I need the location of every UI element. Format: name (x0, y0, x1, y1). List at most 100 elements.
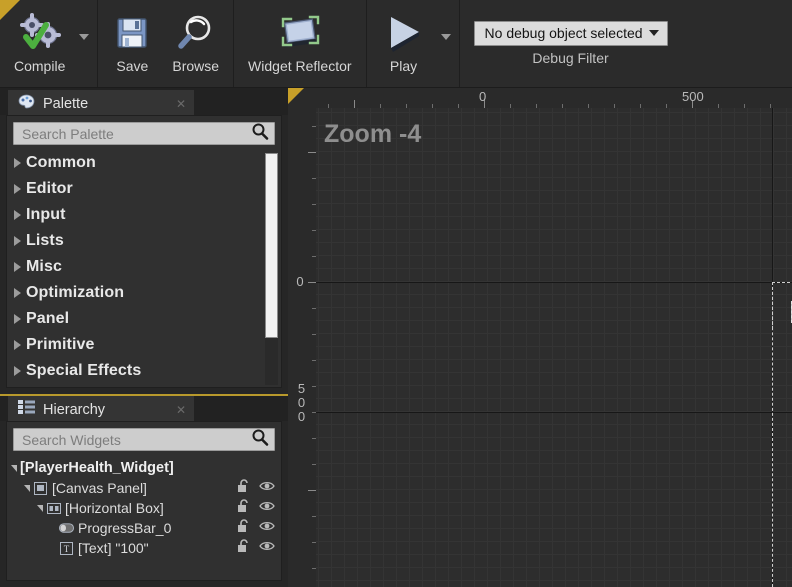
palette-category-lists[interactable]: Lists (7, 228, 281, 254)
search-icon (251, 428, 269, 451)
tree-row-canvas-panel[interactable]: [Canvas Panel] (7, 478, 281, 498)
toolbar-group-play: Play (367, 0, 460, 87)
svg-text:T: T (64, 544, 70, 554)
window-corner-accent (0, 0, 20, 20)
tree-row-toggles (237, 538, 275, 558)
hierarchy-list-icon (18, 400, 35, 419)
tree-row-text-100[interactable]: T [Text] "100" (7, 538, 281, 558)
palette-category-label: Optimization (26, 284, 125, 301)
play-dropdown-button[interactable] (437, 4, 455, 84)
compile-dropdown-button[interactable] (75, 4, 93, 84)
ruler-h-label-500: 500 (682, 89, 704, 104)
chevron-down-icon[interactable] (24, 484, 30, 492)
palette-tabstrip: Palette ✕ (0, 88, 288, 117)
chevron-down-icon[interactable] (11, 464, 17, 472)
chevron-right-icon (14, 236, 21, 246)
palette-search-input[interactable]: Search Palette (13, 122, 275, 145)
horizontal-box-icon (46, 502, 61, 514)
progress-bar-icon (59, 523, 74, 533)
hierarchy-search-input[interactable]: Search Widgets (13, 428, 275, 451)
palette-category-editor[interactable]: Editor (7, 176, 281, 202)
toolbar-group-asset: Save Browse (98, 0, 235, 87)
palette-category-common[interactable]: Common (7, 150, 281, 176)
palette-tab-label: Palette (43, 95, 89, 112)
hierarchy-tab-label: Hierarchy (43, 401, 106, 418)
palette-scrollbar-thumb[interactable] (265, 153, 278, 338)
horizontal-ruler[interactable]: 0 500 (288, 88, 792, 108)
tree-row-toggles (237, 498, 275, 518)
palette-category-label: Special Effects (26, 362, 142, 379)
tab-hierarchy[interactable]: Hierarchy ✕ (8, 396, 194, 423)
unlocked-padlock-icon[interactable] (237, 498, 251, 518)
hierarchy-panel: Search Widgets [PlayerHealth_Widget] [Ca… (6, 421, 282, 581)
debug-filter-dropdown[interactable]: No debug object selected (473, 21, 668, 46)
chevron-down-icon (440, 33, 451, 40)
eye-icon[interactable] (259, 519, 275, 537)
palette-category-optimization[interactable]: Optimization (7, 280, 281, 306)
vertical-ruler[interactable]: 0 500 (288, 88, 316, 587)
chevron-right-icon (14, 366, 21, 376)
tree-row-toggles (237, 478, 275, 498)
designer-axis-horizontal (316, 282, 792, 283)
tree-item-label: ProgressBar_0 (78, 520, 172, 536)
palette-category-special-effects[interactable]: Special Effects (7, 358, 281, 384)
widget-reflector-label: Widget Reflector (248, 57, 352, 74)
main-toolbar: Compile Save Browse Widget Reflector Pla… (0, 0, 792, 88)
palette-category-label: Lists (26, 232, 64, 249)
browse-button[interactable]: Browse (162, 4, 229, 84)
tree-row-progressbar-0[interactable]: ProgressBar_0 (7, 518, 281, 538)
widget-hierarchy-tree: [PlayerHealth_Widget] [Canvas Panel] [Ho… (7, 456, 281, 558)
ruler-v-label-500: 500 (294, 381, 309, 423)
palette-category-label: Misc (26, 258, 62, 275)
search-icon (251, 122, 269, 145)
hierarchy-search-row: Search Widgets (7, 422, 281, 456)
magnifier-browse-icon (176, 12, 216, 56)
umg-widget-editor: Compile Save Browse Widget Reflector Pla… (0, 0, 792, 587)
chevron-right-icon (14, 262, 21, 272)
chevron-right-icon (14, 184, 21, 194)
tab-palette[interactable]: Palette ✕ (8, 90, 194, 117)
palette-category-label: Common (26, 154, 96, 171)
tree-row-player-health-widget[interactable]: [PlayerHealth_Widget] (7, 458, 281, 478)
tree-row-horizontal-box[interactable]: [Horizontal Box] (7, 498, 281, 518)
debug-filter-value: No debug object selected (484, 25, 643, 41)
widget-reflector-button[interactable]: Widget Reflector (238, 4, 361, 84)
chevron-down-icon[interactable] (37, 504, 43, 512)
tree-item-label: [Canvas Panel] (52, 480, 147, 496)
palette-category-label: Input (26, 206, 66, 223)
unlocked-padlock-icon[interactable] (237, 478, 251, 498)
unlocked-padlock-icon[interactable] (237, 538, 251, 558)
compile-gears-check-icon (18, 12, 62, 56)
palette-search-placeholder: Search Palette (22, 125, 114, 142)
ruler-h-label-0: 0 (479, 89, 487, 104)
chevron-right-icon (14, 158, 21, 168)
canvas-panel-icon (33, 481, 48, 495)
eye-icon[interactable] (259, 539, 275, 557)
play-label: Play (389, 57, 418, 74)
eye-icon[interactable] (259, 499, 275, 517)
tree-item-label: [Text] "100" (78, 540, 149, 556)
designer-grid (316, 108, 792, 587)
close-icon[interactable]: ✕ (174, 403, 188, 417)
palette-category-primitive[interactable]: Primitive (7, 332, 281, 358)
unlocked-padlock-icon[interactable] (237, 518, 251, 538)
palette-category-list: Common Editor Input Lists Misc Optimizat… (7, 150, 281, 385)
palette-search-row: Search Palette (7, 116, 281, 150)
chevron-right-icon (14, 288, 21, 298)
eye-icon[interactable] (259, 479, 275, 497)
hierarchy-tabstrip: Hierarchy ✕ (0, 394, 288, 423)
designer-canvas-area[interactable]: Zoom -4 100 0 500 (288, 88, 792, 587)
play-triangle-icon (381, 12, 427, 56)
save-button[interactable]: Save (102, 4, 162, 84)
palette-panel: Search Palette Common Editor Input Lists… (6, 115, 282, 388)
palette-category-label: Editor (26, 180, 73, 197)
play-button[interactable]: Play (371, 4, 437, 84)
palette-category-label: Panel (26, 310, 70, 327)
browse-label: Browse (172, 57, 220, 74)
toolbar-group-tools: Widget Reflector (234, 0, 367, 87)
close-icon[interactable]: ✕ (174, 97, 188, 111)
palette-category-input[interactable]: Input (7, 202, 281, 228)
palette-category-misc[interactable]: Misc (7, 254, 281, 280)
palette-category-panel[interactable]: Panel (7, 306, 281, 332)
left-panel-column: Palette ✕ Search Palette Common Editor I… (0, 88, 288, 587)
